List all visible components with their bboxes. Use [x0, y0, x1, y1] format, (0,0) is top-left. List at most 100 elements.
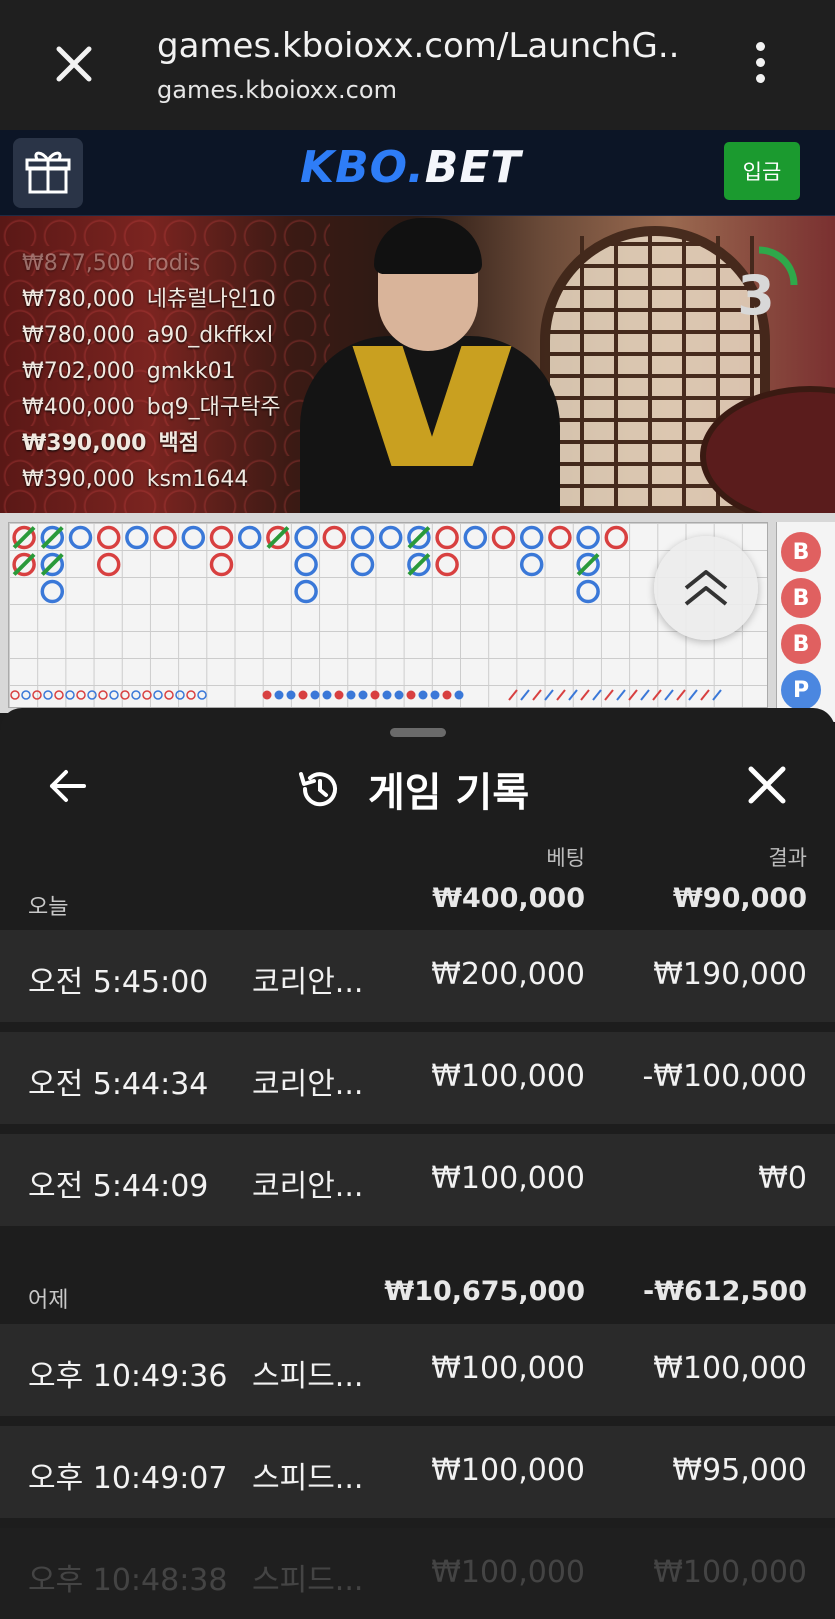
- big-road-mark: [350, 525, 375, 550]
- bead-road-item: B: [781, 578, 821, 618]
- cockroach-road-mark: [616, 689, 626, 701]
- more-vert-icon[interactable]: [748, 42, 772, 88]
- big-eye-road-mark: [197, 690, 207, 700]
- big-eye-road-mark: [76, 690, 86, 700]
- winner-row: ₩780,000 네츄럴나인10: [22, 282, 281, 318]
- double-chevron-up-icon: [684, 570, 728, 606]
- winner-amount: ₩400,000: [22, 395, 135, 420]
- cockroach-road-mark: [628, 689, 638, 701]
- small-road-mark: [358, 690, 368, 700]
- row-time: 오후 10:49:07: [28, 1461, 228, 1496]
- cockroach-road-mark: [532, 689, 542, 701]
- close-icon[interactable]: [48, 38, 100, 90]
- panel-title: 게임 기록: [368, 770, 530, 816]
- gift-button[interactable]: [13, 138, 83, 208]
- big-road-mark: [548, 525, 572, 550]
- row-result: ₩95,000: [672, 1453, 807, 1488]
- row-game: 스피드...: [252, 1563, 364, 1598]
- cockroach-road-mark: [676, 689, 686, 701]
- small-road-mark: [370, 690, 380, 700]
- winner-amount: ₩702,000: [22, 359, 135, 384]
- history-row[interactable]: 오후 10:49:07 스피드... ₩100,000 ₩95,000: [0, 1426, 835, 1518]
- row-time: 오전 5:44:09: [28, 1169, 209, 1204]
- big-road-mark: [435, 525, 459, 550]
- small-road-mark: [310, 690, 320, 700]
- big-road-mark: [463, 525, 488, 550]
- big-eye-road-mark: [43, 690, 53, 700]
- big-road-mark: [519, 525, 544, 550]
- big-eye-road-mark: [21, 690, 31, 700]
- cockroach-road-mark: [640, 689, 650, 701]
- group-label: 어제: [28, 1288, 69, 1313]
- row-bet: ₩100,000: [431, 1351, 585, 1386]
- winner-amount: ₩390,000: [22, 467, 135, 492]
- close-icon[interactable]: [744, 762, 790, 808]
- browser-url[interactable]: games.kboioxx.com/LaunchG...: [157, 26, 677, 66]
- history-row[interactable]: 오후 10:49:36 스피드... ₩100,000 ₩100,000: [0, 1324, 835, 1416]
- big-eye-road-mark: [98, 690, 108, 700]
- big-road-mark: [181, 525, 206, 550]
- big-eye-road-mark: [131, 690, 141, 700]
- row-bet: ₩200,000: [431, 957, 585, 992]
- history-row[interactable]: 오전 5:45:00 코리안... ₩200,000 ₩190,000: [0, 930, 835, 1022]
- column-header-bet: 베팅: [546, 846, 585, 870]
- big-eye-road-mark: [65, 690, 75, 700]
- deposit-button[interactable]: 입금: [724, 142, 800, 200]
- row-bet: ₩100,000: [431, 1161, 585, 1196]
- cockroach-road-mark: [712, 689, 722, 701]
- big-road-mark: [350, 552, 375, 577]
- small-road-mark: [382, 690, 392, 700]
- group-bet-total: ₩400,000: [432, 883, 585, 914]
- group-result-total: -₩612,500: [643, 1276, 807, 1307]
- row-bet: ₩100,000: [431, 1555, 585, 1590]
- live-video: ₩877,500 rodis ₩780,000 네츄럴나인10 ₩780,000 a90_…: [0, 216, 835, 513]
- browser-toolbar: games.kboioxx.com/LaunchG... games.kboio…: [0, 0, 835, 130]
- winner-amount: ₩877,500: [22, 251, 135, 276]
- row-result: ₩100,000: [653, 1555, 807, 1590]
- small-road-mark: [274, 690, 284, 700]
- big-eye-road-mark: [10, 690, 20, 700]
- drag-handle[interactable]: [390, 728, 446, 737]
- cockroach-road-mark: [592, 689, 602, 701]
- winner-amount: ₩780,000: [22, 323, 135, 348]
- cockroach-road-mark: [568, 689, 578, 701]
- row-time: 오전 5:44:34: [28, 1067, 209, 1102]
- cockroach-road-mark: [664, 689, 674, 701]
- cockroach-road-mark: [604, 689, 614, 701]
- big-road-mark: [519, 552, 544, 577]
- big-eye-road-mark: [186, 690, 196, 700]
- winner-row: ₩390,000 ksm1644: [22, 462, 281, 498]
- cockroach-road-mark: [652, 689, 662, 701]
- row-time: 오전 5:45:00: [28, 965, 209, 1000]
- small-road-mark: [286, 690, 296, 700]
- bead-road-item: B: [781, 624, 821, 664]
- history-row[interactable]: 오후 10:48:38 스피드... ₩100,000 ₩100,000: [0, 1528, 835, 1619]
- winner-row: ₩400,000 bq9_대구탁주: [22, 390, 281, 426]
- group-result-total: ₩90,000: [673, 883, 807, 914]
- big-road-mark: [125, 525, 149, 550]
- big-road-mark: [209, 552, 234, 577]
- cockroach-road-mark: [580, 689, 590, 701]
- bead-road: BBBP: [776, 522, 835, 722]
- arrow-left-icon[interactable]: [42, 760, 94, 812]
- group-bet-total: ₩10,675,000: [384, 1276, 585, 1307]
- winner-name: 네츄럴나인10: [146, 287, 276, 312]
- big-road-mark: [378, 525, 403, 550]
- row-game: 코리안...: [252, 1067, 364, 1102]
- browser-domain: games.kboioxx.com: [157, 76, 397, 104]
- scroll-up-button[interactable]: [654, 536, 758, 640]
- winner-row: ₩702,000 gmkk01: [22, 354, 281, 390]
- history-row[interactable]: 오전 5:44:09 코리안... ₩100,000 ₩0: [0, 1134, 835, 1226]
- big-road-mark: [491, 525, 516, 550]
- winner-amount: ₩390,000: [22, 431, 147, 456]
- site-header: KBO.BET 입금: [0, 130, 835, 216]
- big-road-mark: [576, 525, 600, 550]
- row-result: ₩0: [758, 1161, 807, 1196]
- bead-road-item: B: [781, 532, 821, 572]
- big-eye-road-mark: [164, 690, 174, 700]
- small-road-mark: [298, 690, 308, 700]
- site-logo[interactable]: KBO.BET: [300, 142, 521, 193]
- big-road-mark: [237, 525, 262, 550]
- history-row[interactable]: 오전 5:44:34 코리안... ₩100,000 -₩100,000: [0, 1032, 835, 1124]
- row-bet: ₩100,000: [431, 1059, 585, 1094]
